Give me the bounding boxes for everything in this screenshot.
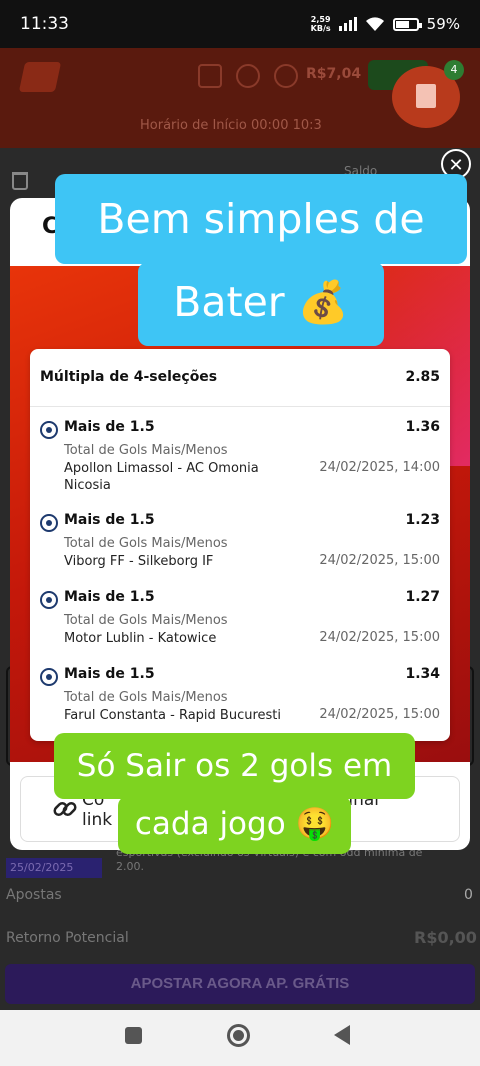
apostas-label: Apostas bbox=[6, 887, 62, 903]
wallet-icon[interactable] bbox=[274, 64, 298, 88]
retorno-value: R$0,00 bbox=[414, 928, 477, 947]
selection-odd: 1.27 bbox=[405, 589, 440, 605]
selection-match: Motor Lublin - Katowice bbox=[64, 631, 217, 646]
selection-market: Total de Gols Mais/Menos bbox=[64, 536, 228, 551]
soccer-ball-icon bbox=[40, 421, 58, 439]
selection-market: Total de Gols Mais/Menos bbox=[64, 690, 228, 705]
soccer-ball-icon bbox=[40, 514, 58, 532]
caption-top-line2: Bater 💰 bbox=[138, 262, 384, 346]
battery-percent: 59% bbox=[426, 15, 460, 33]
selection-odd: 1.36 bbox=[405, 419, 440, 435]
caption-bottom-line2: cada jogo 🤑 bbox=[118, 796, 351, 854]
selection-market: Total de Gols Mais/Menos bbox=[64, 613, 228, 628]
ticket-header: Múltipla de 4-seleções 2.85 bbox=[30, 349, 450, 407]
soccer-ball-icon bbox=[40, 668, 58, 686]
caption-top-line1: Bem simples de bbox=[55, 174, 467, 264]
soccer-ball-icon bbox=[40, 591, 58, 609]
status-bar: 11:33 2,59 KB/s 59% bbox=[0, 0, 480, 48]
selection-pick: Mais de 1.5 bbox=[64, 512, 155, 528]
search-icon[interactable] bbox=[236, 64, 260, 88]
selection-odd: 1.23 bbox=[405, 512, 440, 528]
promo-date-badge: 25/02/2025 bbox=[6, 858, 102, 878]
screen: 11:33 2,59 KB/s 59% R$7,04 Horário de In… bbox=[0, 0, 480, 1066]
selection-pick: Mais de 1.5 bbox=[64, 666, 155, 682]
caption-bottom-line1: Só Sair os 2 gols em bbox=[54, 733, 415, 799]
trash-icon[interactable] bbox=[12, 172, 28, 190]
net-speed-value: 2,59 bbox=[310, 15, 331, 24]
retorno-label: Retorno Potencial bbox=[6, 930, 129, 946]
battery-icon bbox=[392, 17, 422, 31]
selection-pick: Mais de 1.5 bbox=[64, 589, 155, 605]
wifi-icon bbox=[365, 17, 384, 31]
selection-match: Apollon Limassol - AC Omonia Nicosia bbox=[64, 461, 259, 493]
selection-match: Viborg FF - Silkeborg IF bbox=[64, 554, 214, 569]
bet-slip-fab[interactable]: 4 bbox=[392, 60, 464, 128]
net-speed-unit: KB/s bbox=[310, 24, 331, 33]
brand-logo bbox=[18, 62, 62, 92]
selection-pick: Mais de 1.5 bbox=[64, 419, 155, 435]
selection-odd: 1.34 bbox=[405, 666, 440, 682]
back-icon[interactable] bbox=[334, 1025, 350, 1045]
selection-match: Farul Constanta - Rapid Bucuresti bbox=[64, 708, 281, 723]
gift-icon[interactable] bbox=[198, 64, 222, 88]
selection-date: 24/02/2025, 15:00 bbox=[319, 553, 440, 568]
ticket-total-odd: 2.85 bbox=[405, 369, 440, 385]
place-bet-button[interactable]: APOSTAR AGORA AP. GRÁTIS bbox=[5, 964, 475, 1004]
receipt-icon bbox=[416, 84, 436, 108]
selection-date: 24/02/2025, 14:00 bbox=[319, 460, 440, 475]
copy-link-label-line2: link bbox=[82, 810, 113, 830]
ticket-title: Múltipla de 4-seleções bbox=[40, 369, 218, 385]
selection-date: 24/02/2025, 15:00 bbox=[319, 630, 440, 645]
home-icon[interactable] bbox=[227, 1024, 250, 1047]
bet-count-badge: 4 bbox=[444, 60, 464, 80]
status-time: 11:33 bbox=[20, 14, 69, 34]
bet-ticket: Múltipla de 4-seleções 2.85 Mais de 1.5 … bbox=[30, 349, 450, 741]
net-speed: 2,59 KB/s bbox=[311, 15, 331, 33]
signal-icon bbox=[338, 17, 357, 31]
account-balance: R$7,04 bbox=[306, 66, 362, 82]
promo-start-text: Horário de Início 00:00 10:3 bbox=[140, 118, 322, 133]
recents-icon[interactable] bbox=[125, 1027, 142, 1044]
link-icon bbox=[53, 801, 77, 817]
apostas-value: 0 bbox=[464, 887, 473, 903]
selection-market: Total de Gols Mais/Menos bbox=[64, 443, 228, 458]
selection-date: 24/02/2025, 15:00 bbox=[319, 707, 440, 722]
